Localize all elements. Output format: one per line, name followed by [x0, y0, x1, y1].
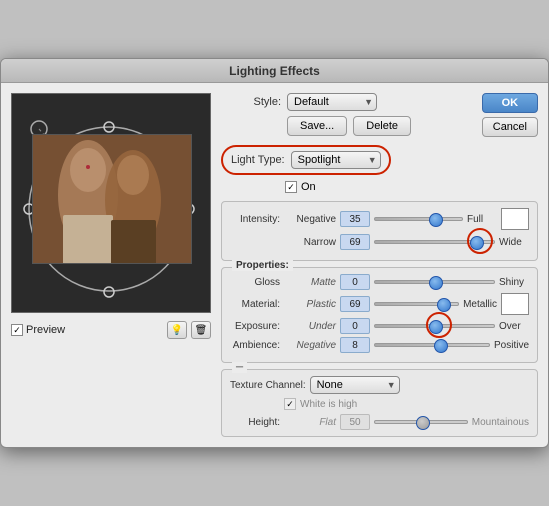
style-select[interactable]: Default — [287, 93, 377, 111]
light-type-row: Light Type: Spotlight Omni Directional ▼ — [221, 143, 538, 175]
preview-checkbox-row[interactable]: ✓ Preview — [11, 324, 65, 336]
delete-button[interactable]: Delete — [353, 116, 411, 136]
ambience-label: Ambience: — [230, 340, 280, 351]
height-slider[interactable] — [374, 420, 468, 424]
ambience-thumb[interactable] — [434, 339, 448, 353]
ambience-right-label: Positive — [494, 340, 529, 351]
gloss-label-field: Gloss — [230, 277, 280, 288]
gloss-slider[interactable] — [374, 280, 495, 284]
preview-label: Preview — [26, 324, 65, 336]
gloss-value[interactable]: 0 — [340, 274, 370, 290]
intensity-right-label: Full — [467, 214, 497, 225]
texture-section: ─ Texture Channel: None ▼ ✓ White is hig… — [221, 369, 538, 437]
ambience-row: Ambience: Negative 8 Positive — [230, 337, 529, 353]
ok-button[interactable]: OK — [482, 93, 538, 113]
texture-channel-row: Texture Channel: None ▼ — [230, 376, 529, 394]
gloss-row: Gloss Matte 0 Shiny — [230, 274, 529, 290]
preview-photo — [33, 135, 192, 264]
focus-row: Narrow 69 Wide — [230, 234, 529, 250]
save-row: Save... Delete — [221, 116, 476, 136]
exposure-left-label: Under — [284, 321, 336, 332]
white-is-high-row: ✓ White is high — [230, 398, 529, 410]
material-color-swatch[interactable] — [501, 293, 529, 315]
material-label: Material: — [230, 299, 280, 310]
light-type-select-wrapper[interactable]: Spotlight Omni Directional ▼ — [291, 151, 381, 169]
ambience-slider[interactable] — [374, 343, 490, 347]
intensity-label: Intensity: — [230, 214, 280, 225]
on-label: On — [301, 181, 316, 193]
preview-checkbox[interactable]: ✓ — [11, 324, 23, 336]
light-type-select[interactable]: Spotlight Omni Directional — [291, 151, 381, 169]
intensity-value[interactable]: 35 — [340, 211, 370, 227]
right-panel: Style: Default ▼ Save... Delete — [221, 93, 538, 437]
light-type-highlight: Light Type: Spotlight Omni Directional ▼ — [221, 145, 391, 175]
ambience-left-label: Negative — [284, 340, 336, 351]
intensity-slider[interactable] — [374, 217, 463, 221]
height-right-label: Mountainous — [472, 417, 529, 428]
height-value[interactable]: 50 — [340, 414, 370, 430]
left-panel: ✓ Preview 💡 🗑 — [11, 93, 211, 437]
on-checkbox[interactable]: ✓ — [285, 181, 297, 193]
gloss-thumb[interactable] — [429, 276, 443, 290]
title-text: Lighting Effects — [229, 64, 320, 78]
white-is-high-label: White is high — [300, 399, 357, 410]
texture-section-title: ─ — [232, 362, 247, 373]
ambience-value[interactable]: 8 — [340, 337, 370, 353]
focus-right-label: Wide — [499, 237, 529, 248]
exposure-value[interactable]: 0 — [340, 318, 370, 334]
intensity-row: Intensity: Negative 35 Full — [230, 208, 529, 230]
exposure-slider[interactable] — [374, 324, 495, 328]
gloss-right-label: Shiny — [499, 277, 529, 288]
height-thumb[interactable] — [416, 416, 430, 430]
focus-value[interactable]: 69 — [340, 234, 370, 250]
preview-icons: 💡 🗑 — [167, 321, 211, 339]
trash-icon-btn[interactable]: 🗑 — [191, 321, 211, 339]
properties-title: Properties: — [232, 260, 293, 271]
texture-channel-select[interactable]: None — [310, 376, 400, 394]
cancel-button[interactable]: Cancel — [482, 117, 538, 137]
gloss-left-label: Matte — [284, 277, 336, 288]
material-row: Material: Plastic 69 Metallic — [230, 293, 529, 315]
exposure-thumb[interactable] — [429, 320, 443, 334]
focus-thumb[interactable] — [470, 236, 484, 250]
material-right-label: Metallic — [463, 299, 497, 310]
save-button[interactable]: Save... — [287, 116, 347, 136]
dialog-title: Lighting Effects — [1, 59, 548, 83]
exposure-label: Exposure: — [230, 321, 280, 332]
lightbulb-icon-btn[interactable]: 💡 — [167, 321, 187, 339]
height-label: Height: — [230, 417, 280, 428]
preview-image-content — [33, 135, 191, 263]
material-value[interactable]: 69 — [340, 296, 370, 312]
intensity-thumb[interactable] — [429, 213, 443, 227]
texture-channel-label: Texture Channel: — [230, 380, 306, 391]
focus-slider[interactable] — [374, 240, 495, 244]
intensity-color-swatch[interactable] — [501, 208, 529, 230]
preview-canvas — [11, 93, 211, 313]
style-label: Style: — [221, 96, 281, 108]
material-left-label: Plastic — [284, 299, 336, 310]
intensity-focus-section: Intensity: Negative 35 Full Narrow 69 — [221, 201, 538, 261]
top-buttons: Style: Default ▼ Save... Delete — [221, 93, 538, 137]
exposure-right-label: Over — [499, 321, 529, 332]
intensity-left-label: Negative — [284, 214, 336, 225]
preview-controls: ✓ Preview 💡 🗑 — [11, 321, 211, 339]
style-row: Style: Default ▼ — [221, 93, 476, 111]
focus-left-label: Narrow — [284, 237, 336, 248]
lighting-effects-dialog: Lighting Effects — [0, 58, 549, 448]
on-row: ✓ On — [221, 181, 538, 193]
preview-image — [32, 134, 192, 264]
texture-channel-select-wrapper[interactable]: None ▼ — [310, 376, 400, 394]
material-slider[interactable] — [374, 302, 459, 306]
exposure-row: Exposure: Under 0 Over — [230, 318, 529, 334]
height-left-label: Flat — [284, 417, 336, 428]
white-is-high-checkbox[interactable]: ✓ — [284, 398, 296, 410]
properties-section: Properties: Gloss Matte 0 Shiny Material… — [221, 267, 538, 363]
height-row: Height: Flat 50 Mountainous — [230, 414, 529, 430]
light-type-label: Light Type: — [231, 154, 285, 166]
style-select-wrapper[interactable]: Default ▼ — [287, 93, 377, 111]
material-thumb[interactable] — [437, 298, 451, 312]
